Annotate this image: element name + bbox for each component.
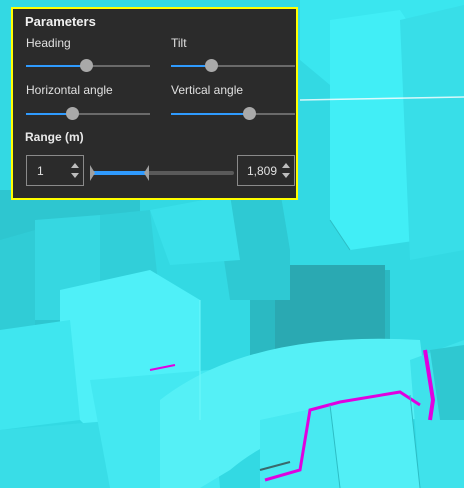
chevron-up-icon[interactable] <box>282 163 290 168</box>
heading-slider-fill <box>26 65 86 67</box>
chevron-down-icon[interactable] <box>282 173 290 178</box>
range-slider-max-handle[interactable] <box>144 165 150 181</box>
horizontal-angle-label: Horizontal angle <box>26 83 113 97</box>
vertical-angle-slider[interactable] <box>171 107 295 120</box>
range-min-value: 1 <box>37 164 44 178</box>
range-min-stepper[interactable] <box>71 162 79 180</box>
heading-label: Heading <box>26 36 71 50</box>
range-min-input[interactable]: 1 <box>26 155 84 186</box>
tilt-slider-thumb[interactable] <box>204 59 218 72</box>
heading-slider-thumb[interactable] <box>79 59 93 72</box>
tilt-slider[interactable] <box>171 59 295 72</box>
vertical-angle-slider-thumb[interactable] <box>243 107 257 120</box>
horizontal-angle-slider[interactable] <box>26 107 150 120</box>
parameters-panel: Parameters Heading Tilt Horizontal angle… <box>11 7 298 200</box>
range-max-input[interactable]: 1,809 <box>237 155 295 186</box>
range-slider-min-handle[interactable] <box>90 165 95 181</box>
horizontal-angle-slider-fill <box>26 113 72 115</box>
range-max-value: 1,809 <box>247 164 278 178</box>
horizontal-angle-slider-thumb[interactable] <box>65 107 79 120</box>
range-slider[interactable] <box>90 165 234 181</box>
heading-slider[interactable] <box>26 59 150 72</box>
chevron-up-icon[interactable] <box>71 163 79 168</box>
tilt-label: Tilt <box>171 36 187 50</box>
range-slider-fill <box>91 171 149 175</box>
range-max-stepper[interactable] <box>282 162 290 180</box>
vertical-angle-label: Vertical angle <box>171 83 244 97</box>
chevron-down-icon[interactable] <box>71 173 79 178</box>
vertical-angle-slider-fill <box>171 113 250 115</box>
panel-title: Parameters <box>25 14 96 29</box>
range-label: Range (m) <box>25 130 84 144</box>
